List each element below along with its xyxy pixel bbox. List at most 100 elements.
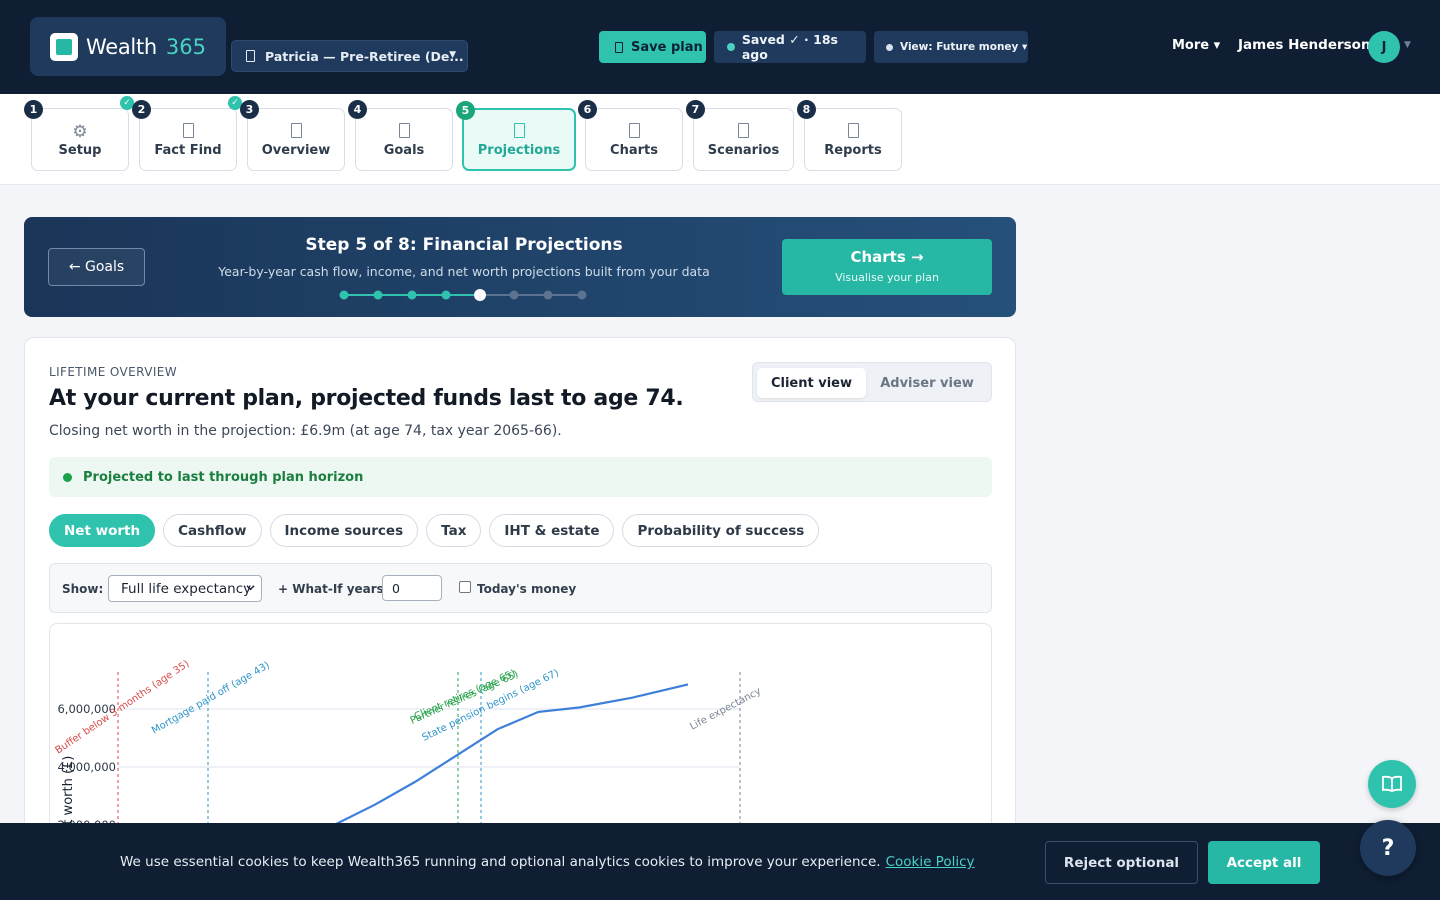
step-label: Fact Find bbox=[154, 143, 222, 158]
step-label: Goals bbox=[383, 143, 425, 158]
status-dot-icon bbox=[63, 472, 72, 482]
step-label: Setup bbox=[58, 142, 102, 158]
step-number: 7 bbox=[686, 100, 705, 119]
lifetime-overview-card: LIFETIME OVERVIEW At your current plan, … bbox=[24, 337, 1016, 900]
saved-status-badge: Saved ✓ · 18s ago bbox=[714, 31, 866, 63]
avatar[interactable]: J bbox=[1368, 31, 1400, 63]
step-progress-indicator bbox=[339, 289, 587, 301]
tab-net-worth[interactable]: Net worth bbox=[49, 514, 156, 547]
step-number: 8 bbox=[797, 100, 816, 119]
step-scenarios[interactable]: 7 Scenarios bbox=[686, 100, 794, 171]
saved-status-dot-icon bbox=[727, 43, 735, 51]
target-icon bbox=[398, 123, 410, 138]
brand-mark-icon bbox=[50, 32, 78, 61]
client-view-button[interactable]: Client view bbox=[757, 368, 866, 398]
help-button[interactable]: ? bbox=[1360, 820, 1416, 876]
progress-dot bbox=[509, 290, 519, 300]
next-charts-button[interactable]: Charts → Visualise your plan bbox=[782, 239, 992, 295]
cookie-text: We use essential cookies to keep Wealth3… bbox=[120, 854, 975, 870]
step-overview[interactable]: ✓ 3 Overview bbox=[228, 96, 345, 171]
whatif-years-label: + What-If years: bbox=[278, 582, 389, 596]
step-label: Reports bbox=[824, 143, 882, 158]
step-goals[interactable]: 4 Goals bbox=[348, 100, 453, 171]
report-icon bbox=[847, 123, 859, 138]
status-text: Projected to last through plan horizon bbox=[83, 469, 364, 485]
trend-icon bbox=[513, 123, 525, 138]
more-menu[interactable]: More ▾ bbox=[1172, 38, 1220, 53]
next-button-subtitle: Visualise your plan bbox=[835, 271, 939, 284]
step-number: 5 bbox=[456, 101, 475, 120]
chart-icon bbox=[628, 123, 640, 138]
guide-button[interactable] bbox=[1368, 760, 1416, 808]
whatif-years-input[interactable]: 0 bbox=[382, 575, 442, 601]
gear-icon: ⚙ bbox=[72, 121, 88, 142]
todays-money-checkbox[interactable] bbox=[459, 581, 471, 593]
chevron-down-icon: ▼ bbox=[449, 50, 456, 60]
view-toggle: Client view Adviser view bbox=[752, 362, 992, 402]
show-range-select[interactable]: Full life expectancy bbox=[108, 575, 262, 602]
show-range-value: Full life expectancy bbox=[121, 580, 252, 597]
step-label: Projections bbox=[477, 143, 561, 158]
next-button-title: Charts → bbox=[850, 248, 924, 266]
step-charts[interactable]: 6 Charts bbox=[578, 100, 683, 171]
document-icon bbox=[290, 123, 302, 138]
view-mode-label: View: Future money ▾ bbox=[900, 41, 1028, 53]
book-icon bbox=[1382, 775, 1402, 792]
progress-dot bbox=[339, 290, 349, 300]
tab-tax[interactable]: Tax bbox=[426, 514, 482, 547]
save-plan-button[interactable]: Save plan bbox=[599, 31, 706, 63]
chevron-down-icon bbox=[246, 585, 255, 591]
step-projections[interactable]: 5 Projections bbox=[456, 101, 576, 171]
adviser-view-button[interactable]: Adviser view bbox=[871, 368, 983, 398]
progress-dot bbox=[407, 290, 417, 300]
cookie-message: We use essential cookies to keep Wealth3… bbox=[120, 854, 881, 870]
scenario-icon bbox=[738, 123, 749, 138]
step-banner: ← Goals Step 5 of 8: Financial Projectio… bbox=[24, 217, 1016, 317]
step-fact-find[interactable]: ✓ 2 Fact Find bbox=[120, 96, 237, 171]
step-number: 4 bbox=[348, 100, 367, 119]
progress-dot bbox=[441, 290, 451, 300]
status-banner: Projected to last through plan horizon bbox=[49, 457, 992, 497]
step-label: Scenarios bbox=[707, 143, 780, 158]
step-label: Charts bbox=[610, 143, 658, 158]
save-plan-label: Save plan bbox=[631, 39, 703, 55]
progress-dot bbox=[577, 290, 587, 300]
saved-status-text: Saved ✓ · 18s ago bbox=[741, 32, 838, 62]
section-eyebrow: LIFETIME OVERVIEW bbox=[49, 365, 178, 379]
document-icon bbox=[182, 123, 194, 138]
closing-net-worth-note: Closing net worth in the projection: £6.… bbox=[49, 423, 562, 439]
page-title: At your current plan, projected funds la… bbox=[49, 386, 684, 411]
step-reports[interactable]: 8 Reports bbox=[797, 100, 902, 171]
client-file-icon bbox=[246, 50, 255, 62]
progress-dot bbox=[373, 290, 383, 300]
save-icon bbox=[615, 41, 623, 53]
step-setup[interactable]: 1 ⚙ Setup bbox=[24, 100, 129, 171]
brand-name: Wealth bbox=[86, 34, 157, 59]
cookie-banner: We use essential cookies to keep Wealth3… bbox=[0, 823, 1440, 900]
tab-probability-of-success[interactable]: Probability of success bbox=[622, 514, 820, 547]
tab-iht-estate[interactable]: IHT & estate bbox=[489, 514, 615, 547]
step-number: 2 bbox=[132, 100, 151, 119]
cookie-policy-link[interactable]: Cookie Policy bbox=[886, 854, 975, 870]
step-subtitle: Year-by-year cash flow, income, and net … bbox=[218, 264, 710, 279]
tab-cashflow[interactable]: Cashflow bbox=[163, 514, 262, 547]
step-navigation: 1 ⚙ Setup ✓ 2 Fact Find ✓ 3 Overview 4 G… bbox=[0, 94, 1440, 185]
tab-income-sources[interactable]: Income sources bbox=[269, 514, 419, 547]
show-label: Show: bbox=[62, 582, 104, 596]
step-number: 1 bbox=[24, 100, 43, 119]
top-navigation-bar: Wealth 365 Patricia — Pre-Retiree (De...… bbox=[0, 0, 1440, 94]
client-selector[interactable]: Patricia — Pre-Retiree (De... ▼ bbox=[231, 40, 468, 72]
brand-logo[interactable]: Wealth 365 bbox=[30, 17, 226, 76]
progress-dot-current bbox=[474, 289, 486, 301]
view-mode-selector[interactable]: View: Future money ▾ bbox=[874, 31, 1028, 63]
chart-controls: Show: Full life expectancy + What-If yea… bbox=[49, 563, 992, 613]
step-number: 3 bbox=[240, 100, 259, 119]
accept-all-button[interactable]: Accept all bbox=[1208, 841, 1320, 884]
client-selector-label: Patricia — Pre-Retiree (De... bbox=[265, 48, 464, 64]
reject-optional-button[interactable]: Reject optional bbox=[1045, 841, 1198, 884]
view-mode-dot-icon bbox=[886, 43, 893, 51]
user-menu-chevron-icon[interactable]: ▼ bbox=[1404, 40, 1411, 50]
user-name[interactable]: James Henderson bbox=[1238, 37, 1371, 53]
step-title: Step 5 of 8: Financial Projections bbox=[305, 235, 623, 255]
projection-tabs: Net worth Cashflow Income sources Tax IH… bbox=[49, 514, 820, 547]
